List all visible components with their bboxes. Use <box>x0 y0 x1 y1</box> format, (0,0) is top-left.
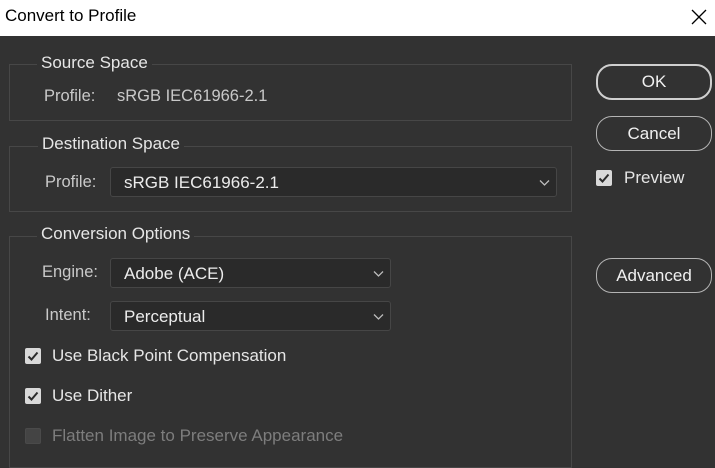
checkmark-icon <box>598 173 610 183</box>
destination-space-legend: Destination Space <box>38 134 184 154</box>
chevron-down-icon <box>539 180 550 186</box>
intent-label: Intent: <box>45 306 91 324</box>
close-button[interactable] <box>685 3 713 31</box>
close-icon <box>691 9 707 25</box>
advanced-button-label: Advanced <box>616 265 692 285</box>
title-bar: Convert to Profile <box>0 0 715 36</box>
advanced-button[interactable]: Advanced <box>596 258 712 293</box>
destination-profile-value: sRGB IEC61966-2.1 <box>124 173 279 192</box>
source-space-legend: Source Space <box>37 53 152 73</box>
flatten-label: Flatten Image to Preserve Appearance <box>52 426 344 445</box>
intent-select[interactable]: Perceptual <box>110 301 391 331</box>
black-point-label[interactable]: Use Black Point Compensation <box>52 346 286 366</box>
flatten-checkbox <box>25 428 41 444</box>
intent-value: Perceptual <box>124 307 206 326</box>
destination-profile-label: Profile: <box>45 173 97 191</box>
engine-select[interactable]: Adobe (ACE) <box>110 258 391 288</box>
window-title: Convert to Profile <box>5 6 137 25</box>
ok-button-label: OK <box>641 72 667 91</box>
checkmark-icon <box>27 351 39 361</box>
dialog-body: Source Space Profile: sRGB IEC61966-2.1 … <box>0 36 715 468</box>
black-point-checkbox[interactable] <box>25 348 41 364</box>
preview-label[interactable]: Preview <box>624 168 684 188</box>
cancel-button[interactable]: Cancel <box>596 116 712 151</box>
source-profile-label: Profile: <box>44 87 96 105</box>
cancel-button-label: Cancel <box>627 123 681 143</box>
source-profile-value: sRGB IEC61966-2.1 <box>117 87 268 105</box>
preview-checkbox[interactable] <box>596 170 612 186</box>
ok-button[interactable]: OK <box>596 64 712 100</box>
conversion-options-legend: Conversion Options <box>37 224 195 244</box>
chevron-down-icon <box>373 314 384 320</box>
destination-profile-select[interactable]: sRGB IEC61966-2.1 <box>110 167 557 197</box>
checkmark-icon <box>27 391 39 401</box>
engine-label: Engine: <box>42 263 98 281</box>
dither-checkbox[interactable] <box>25 388 41 404</box>
engine-value: Adobe (ACE) <box>124 264 225 283</box>
chevron-down-icon <box>373 271 384 277</box>
dither-label[interactable]: Use Dither <box>52 386 132 406</box>
